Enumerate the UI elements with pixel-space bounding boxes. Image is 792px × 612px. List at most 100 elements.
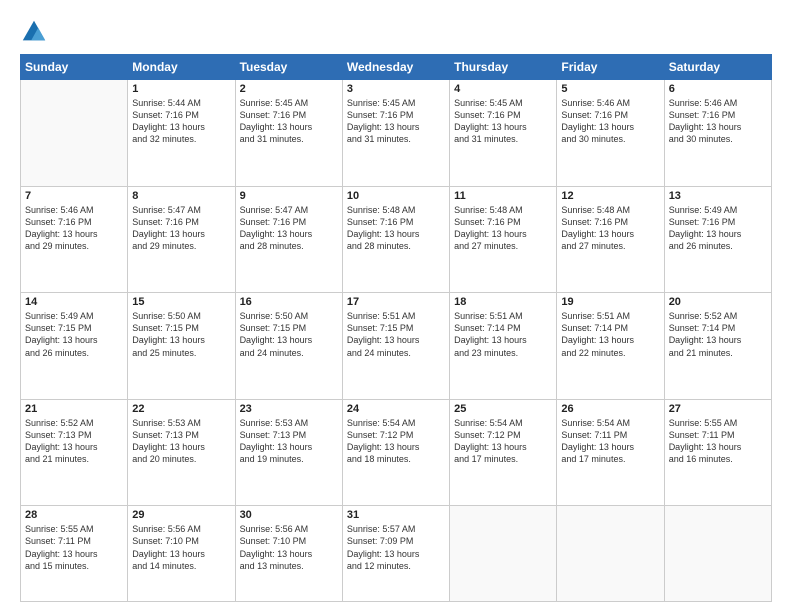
day-number: 1 [132,83,230,95]
day-number: 14 [25,296,123,308]
day-number: 27 [669,403,767,415]
day-number: 13 [669,190,767,202]
calendar-cell: 4 Sunrise: 5:45 AM Sunset: 7:16 PM Daylig… [450,80,557,187]
day-number: 15 [132,296,230,308]
calendar-cell: 26 Sunrise: 5:54 AM Sunset: 7:11 PM Dayli… [557,399,664,506]
cell-info: Sunrise: 5:44 AM Sunset: 7:16 PM Dayligh… [132,97,230,146]
calendar-cell: 27 Sunrise: 5:55 AM Sunset: 7:11 PM Dayli… [664,399,771,506]
col-header-tuesday: Tuesday [235,55,342,80]
day-number: 4 [454,83,552,95]
calendar-week-3: 14 Sunrise: 5:49 AM Sunset: 7:15 PM Dayli… [21,293,772,400]
day-number: 31 [347,509,445,521]
calendar-week-5: 28 Sunrise: 5:55 AM Sunset: 7:11 PM Dayli… [21,506,772,602]
page-header [20,18,772,46]
calendar-cell: 17 Sunrise: 5:51 AM Sunset: 7:15 PM Dayli… [342,293,449,400]
calendar-cell: 30Sunrise: 5:56 AM Sunset: 7:10 PM Dayli… [235,506,342,602]
logo [20,18,52,46]
day-number: 2 [240,83,338,95]
cell-info: Sunrise: 5:46 AM Sunset: 7:16 PM Dayligh… [669,97,767,146]
day-number: 24 [347,403,445,415]
col-header-thursday: Thursday [450,55,557,80]
cell-info: Sunrise: 5:52 AM Sunset: 7:14 PM Dayligh… [669,310,767,359]
calendar-cell [450,506,557,602]
cell-info: Sunrise: 5:50 AM Sunset: 7:15 PM Dayligh… [132,310,230,359]
day-number: 20 [669,296,767,308]
day-number: 26 [561,403,659,415]
col-header-sunday: Sunday [21,55,128,80]
calendar-cell: 1 Sunrise: 5:44 AM Sunset: 7:16 PM Daylig… [128,80,235,187]
col-header-friday: Friday [557,55,664,80]
calendar-cell: 5 Sunrise: 5:46 AM Sunset: 7:16 PM Daylig… [557,80,664,187]
cell-info: Sunrise: 5:49 AM Sunset: 7:15 PM Dayligh… [25,310,123,359]
day-number: 25 [454,403,552,415]
day-number: 28 [25,509,123,521]
calendar-week-2: 7 Sunrise: 5:46 AM Sunset: 7:16 PM Daylig… [21,186,772,293]
day-number: 12 [561,190,659,202]
calendar-cell: 28 Sunrise: 5:55 AM Sunset: 7:11 PM Dayli… [21,506,128,602]
cell-info: Sunrise: 5:57 AM Sunset: 7:09 PM Dayligh… [347,523,445,572]
cell-info: Sunrise: 5:45 AM Sunset: 7:16 PM Dayligh… [454,97,552,146]
day-number: 19 [561,296,659,308]
day-number: 11 [454,190,552,202]
col-header-wednesday: Wednesday [342,55,449,80]
calendar-cell: 2 Sunrise: 5:45 AM Sunset: 7:16 PM Daylig… [235,80,342,187]
cell-info: Sunrise: 5:48 AM Sunset: 7:16 PM Dayligh… [347,204,445,253]
calendar-cell: 3Sunrise: 5:45 AM Sunset: 7:16 PM Daylig… [342,80,449,187]
calendar-cell: 25 Sunrise: 5:54 AM Sunset: 7:12 PM Dayli… [450,399,557,506]
day-number: 18 [454,296,552,308]
cell-info: Sunrise: 5:54 AM Sunset: 7:12 PM Dayligh… [347,417,445,466]
day-number: 30 [240,509,338,521]
calendar-week-4: 21Sunrise: 5:52 AM Sunset: 7:13 PM Dayli… [21,399,772,506]
calendar-cell [21,80,128,187]
cell-info: Sunrise: 5:51 AM Sunset: 7:14 PM Dayligh… [454,310,552,359]
cell-info: Sunrise: 5:47 AM Sunset: 7:16 PM Dayligh… [240,204,338,253]
day-number: 23 [240,403,338,415]
day-number: 21 [25,403,123,415]
calendar-cell [664,506,771,602]
day-number: 9 [240,190,338,202]
calendar-cell: 18 Sunrise: 5:51 AM Sunset: 7:14 PM Dayli… [450,293,557,400]
day-number: 3 [347,83,445,95]
cell-info: Sunrise: 5:56 AM Sunset: 7:10 PM Dayligh… [132,523,230,572]
cell-info: Sunrise: 5:45 AM Sunset: 7:16 PM Dayligh… [240,97,338,146]
calendar-header-row: SundayMondayTuesdayWednesdayThursdayFrid… [21,55,772,80]
calendar-cell [557,506,664,602]
calendar-week-1: 1 Sunrise: 5:44 AM Sunset: 7:16 PM Daylig… [21,80,772,187]
cell-info: Sunrise: 5:55 AM Sunset: 7:11 PM Dayligh… [25,523,123,572]
day-number: 10 [347,190,445,202]
calendar-cell: 16Sunrise: 5:50 AM Sunset: 7:15 PM Dayli… [235,293,342,400]
cell-info: Sunrise: 5:48 AM Sunset: 7:16 PM Dayligh… [454,204,552,253]
calendar-cell: 21Sunrise: 5:52 AM Sunset: 7:13 PM Dayli… [21,399,128,506]
cell-info: Sunrise: 5:46 AM Sunset: 7:16 PM Dayligh… [25,204,123,253]
cell-info: Sunrise: 5:53 AM Sunset: 7:13 PM Dayligh… [240,417,338,466]
day-number: 8 [132,190,230,202]
calendar-cell: 19Sunrise: 5:51 AM Sunset: 7:14 PM Dayli… [557,293,664,400]
cell-info: Sunrise: 5:50 AM Sunset: 7:15 PM Dayligh… [240,310,338,359]
calendar-cell: 12 Sunrise: 5:48 AM Sunset: 7:16 PM Dayli… [557,186,664,293]
cell-info: Sunrise: 5:49 AM Sunset: 7:16 PM Dayligh… [669,204,767,253]
calendar-cell: 8Sunrise: 5:47 AM Sunset: 7:16 PM Daylig… [128,186,235,293]
day-number: 7 [25,190,123,202]
cell-info: Sunrise: 5:46 AM Sunset: 7:16 PM Dayligh… [561,97,659,146]
logo-icon [20,18,48,46]
day-number: 17 [347,296,445,308]
calendar-cell: 6 Sunrise: 5:46 AM Sunset: 7:16 PM Daylig… [664,80,771,187]
cell-info: Sunrise: 5:48 AM Sunset: 7:16 PM Dayligh… [561,204,659,253]
cell-info: Sunrise: 5:54 AM Sunset: 7:11 PM Dayligh… [561,417,659,466]
calendar-cell: 13 Sunrise: 5:49 AM Sunset: 7:16 PM Dayli… [664,186,771,293]
calendar-cell: 31 Sunrise: 5:57 AM Sunset: 7:09 PM Dayli… [342,506,449,602]
calendar-cell: 14 Sunrise: 5:49 AM Sunset: 7:15 PM Dayli… [21,293,128,400]
col-header-saturday: Saturday [664,55,771,80]
cell-info: Sunrise: 5:51 AM Sunset: 7:15 PM Dayligh… [347,310,445,359]
calendar-cell: 9 Sunrise: 5:47 AM Sunset: 7:16 PM Daylig… [235,186,342,293]
cell-info: Sunrise: 5:54 AM Sunset: 7:12 PM Dayligh… [454,417,552,466]
calendar-cell: 23 Sunrise: 5:53 AM Sunset: 7:13 PM Dayli… [235,399,342,506]
day-number: 5 [561,83,659,95]
col-header-monday: Monday [128,55,235,80]
calendar-cell: 10 Sunrise: 5:48 AM Sunset: 7:16 PM Dayli… [342,186,449,293]
calendar-cell: 20 Sunrise: 5:52 AM Sunset: 7:14 PM Dayli… [664,293,771,400]
calendar-cell: 22Sunrise: 5:53 AM Sunset: 7:13 PM Dayli… [128,399,235,506]
day-number: 6 [669,83,767,95]
cell-info: Sunrise: 5:55 AM Sunset: 7:11 PM Dayligh… [669,417,767,466]
day-number: 29 [132,509,230,521]
